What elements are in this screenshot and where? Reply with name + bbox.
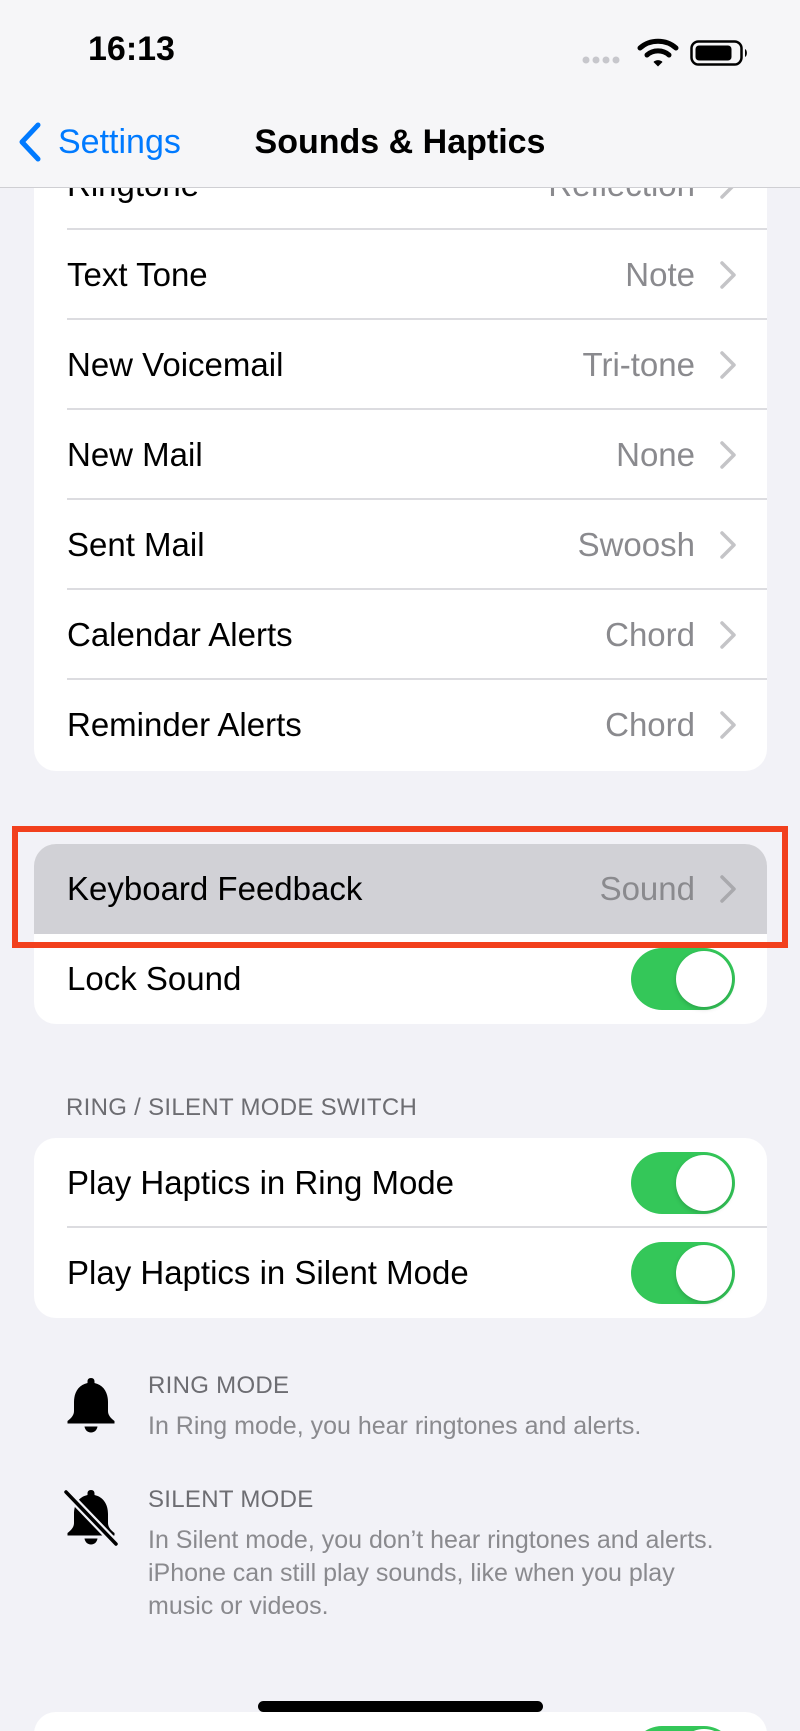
list-item-reminder-alerts[interactable]: Reminder Alerts Chord [34,680,767,770]
chevron-right-icon [720,261,736,289]
ring-silent-group: Play Haptics in Ring Mode Play Haptics i… [34,1138,767,1318]
chevron-right-icon [720,351,736,379]
row-label: Text Tone [67,256,208,293]
next-group-peek [34,1712,767,1731]
toggle-knob [676,1245,732,1301]
list-item-text-tone[interactable]: Text Tone Note [34,230,767,320]
silent-mode-title: SILENT MODE [148,1486,314,1513]
toggle-knob [676,951,732,1007]
sounds-haptics-screen: Ringtone Reflection Text Tone Note New V… [0,0,800,1731]
haptics-silent-mode-row: Play Haptics in Silent Mode [34,1228,767,1318]
ring-mode-info: RING MODE In Ring mode, you hear rington… [0,1366,800,1466]
row-label: Reminder Alerts [67,706,302,743]
silent-mode-info: SILENT MODE In Silent mode, you don’t he… [0,1480,800,1640]
ring-mode-description: In Ring mode, you hear ringtones and ale… [148,1412,642,1440]
chevron-right-icon [720,621,736,649]
row-value: None [616,436,695,473]
silent-mode-description: In Silent mode, you don’t hear ringtones… [148,1526,714,1620]
chevron-right-icon [720,441,736,469]
row-value: Chord [605,706,695,743]
status-icons [582,38,747,67]
signal-dots-icon [582,56,620,64]
bell-icon [67,1378,115,1433]
list-item-calendar-alerts[interactable]: Calendar Alerts Chord [34,590,767,680]
row-value: Swoosh [577,526,695,563]
wifi-icon [637,38,679,67]
row-label: New Mail [67,436,203,473]
row-value: Note [625,256,695,293]
home-indicator[interactable] [258,1701,543,1712]
row-label: New Voicemail [67,346,284,383]
toggle-knob [676,1155,732,1211]
ring-mode-title: RING MODE [148,1372,290,1399]
row-label: Sent Mail [67,526,205,563]
chevron-left-icon [19,122,41,162]
row-label: Calendar Alerts [67,616,293,653]
status-time: 16:13 [88,30,175,68]
haptics-ring-mode-toggle[interactable] [631,1152,735,1214]
battery-icon [690,40,747,66]
lock-sound-toggle[interactable] [631,948,735,1010]
partially-visible-toggle[interactable] [631,1726,735,1731]
back-button-label: Settings [58,123,181,161]
chevron-right-icon [720,531,736,559]
back-button[interactable]: Settings [16,118,181,166]
row-label: Play Haptics in Silent Mode [67,1254,469,1291]
list-item-new-voicemail[interactable]: New Voicemail Tri-tone [34,320,767,410]
ring-silent-section-header: RING / SILENT MODE SWITCH [66,1094,418,1121]
list-item-new-mail[interactable]: New Mail None [34,410,767,500]
navigation-header: 16:13 Sounds & Haptics Settings [0,0,800,188]
row-value: Chord [605,616,695,653]
row-value: Tri-tone [582,346,695,383]
chevron-right-icon [720,711,736,739]
haptics-silent-mode-toggle[interactable] [631,1242,735,1304]
row-label: Play Haptics in Ring Mode [67,1164,455,1201]
haptics-ring-mode-row: Play Haptics in Ring Mode [34,1138,767,1228]
bell-slash-icon [62,1488,120,1548]
keyboard-feedback-highlight-box [12,826,788,948]
list-item-sent-mail[interactable]: Sent Mail Swoosh [34,500,767,590]
sounds-list-group: Ringtone Reflection Text Tone Note New V… [34,140,767,771]
